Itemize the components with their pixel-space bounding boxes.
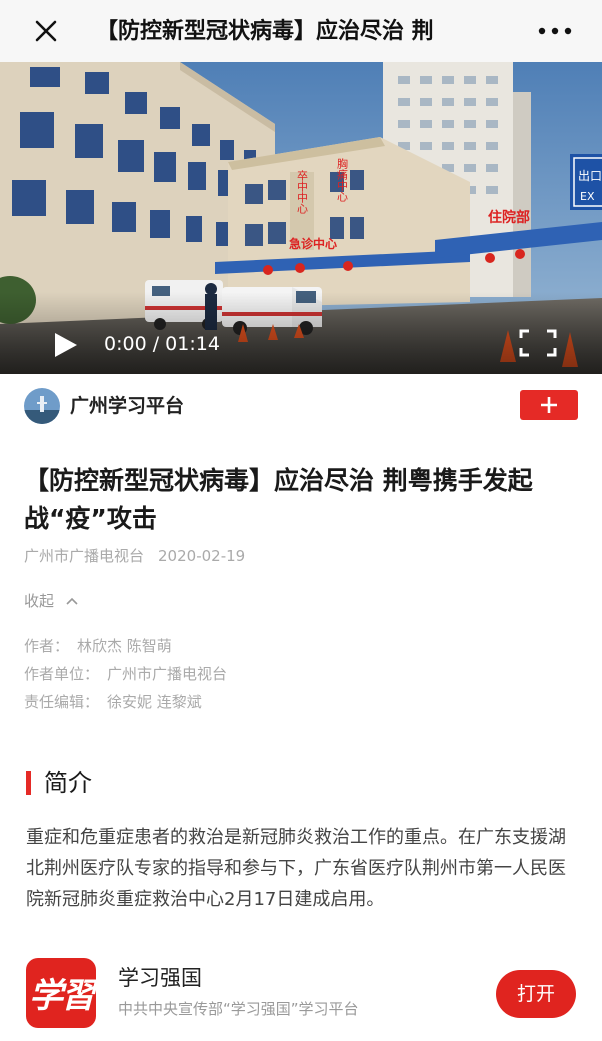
article-date: 2020-02-19 [158,547,246,565]
article-source: 广州市广播电视台 [24,547,145,565]
editor-label: 责任编辑： [24,693,100,711]
follow-button[interactable] [520,390,578,420]
chevron-up-icon [66,597,78,605]
page-title: 【防控新型冠状病毒】应治尽治 荆 [96,19,434,44]
time-separator: / [152,333,160,355]
author-line: 作者： 林欣杰 陈智萌 [24,633,172,659]
current-time: 0:00 [104,333,147,355]
plus-icon [541,397,557,413]
author-value: 林欣杰 陈智萌 [77,637,172,655]
sign-exit: 出口 [578,169,602,183]
duration: 01:14 [165,333,220,355]
channel-name[interactable]: 广州学习平台 [70,392,184,420]
app-logo-text: 学習 [29,976,95,1016]
author-unit-line: 作者单位： 广州市广播电视台 [24,661,227,687]
app-logo[interactable]: 学習 [26,958,96,1028]
close-icon[interactable] [28,13,64,49]
article-summary: 重症和危重症患者的救治是新冠肺炎救治工作的重点。在广东支援湖北荆州医疗队专家的指… [26,827,566,910]
avatar[interactable] [24,388,60,424]
collapse-label: 收起 [24,592,55,610]
editor-line: 责任编辑： 徐安妮 连黎斌 [24,689,202,715]
sign-inpatient: 住院部 [488,209,530,226]
author-unit-value: 广州市广播电视台 [107,665,228,683]
editor-value: 徐安妮 连黎斌 [107,693,202,711]
more-horizontal-icon[interactable] [536,20,576,42]
author-unit-label: 作者单位： [24,665,100,683]
video-player[interactable]: 卒中中心 胸痛中心 急诊中心 住院部 出口 EX [0,62,602,374]
section-accent-bar [26,771,31,795]
play-icon[interactable] [50,330,80,360]
sign-door-right: 胸痛中心 [336,157,349,202]
collapse-toggle[interactable]: 收起 [24,588,79,614]
app-name: 学习强国 [118,966,202,990]
author-label: 作者： [24,637,70,655]
open-app-button[interactable]: 打开 [496,970,576,1018]
app-description: 中共中央宣传部“学习强国”学习平台 [118,1000,359,1018]
sign-main-door: 急诊中心 [289,236,337,251]
article-meta: 广州市广播电视台 2020-02-19 [24,543,245,569]
top-nav-bar: 【防控新型冠状病毒】应治尽治 荆 [0,0,602,62]
video-time-readout: 0:00 / 01:14 [104,330,220,358]
section-title: 简介 [44,769,92,797]
avatar-image [24,388,60,424]
sign-exit-sub: EX [580,190,595,203]
article-title: 【防控新型冠状病毒】应治尽治 荆粤携手发起战“疫”攻击 [24,466,533,533]
sign-door-left: 卒中中心 [296,169,309,214]
video-frame: 卒中中心 胸痛中心 急诊中心 住院部 出口 EX [0,62,602,374]
fullscreen-icon[interactable] [518,328,558,358]
